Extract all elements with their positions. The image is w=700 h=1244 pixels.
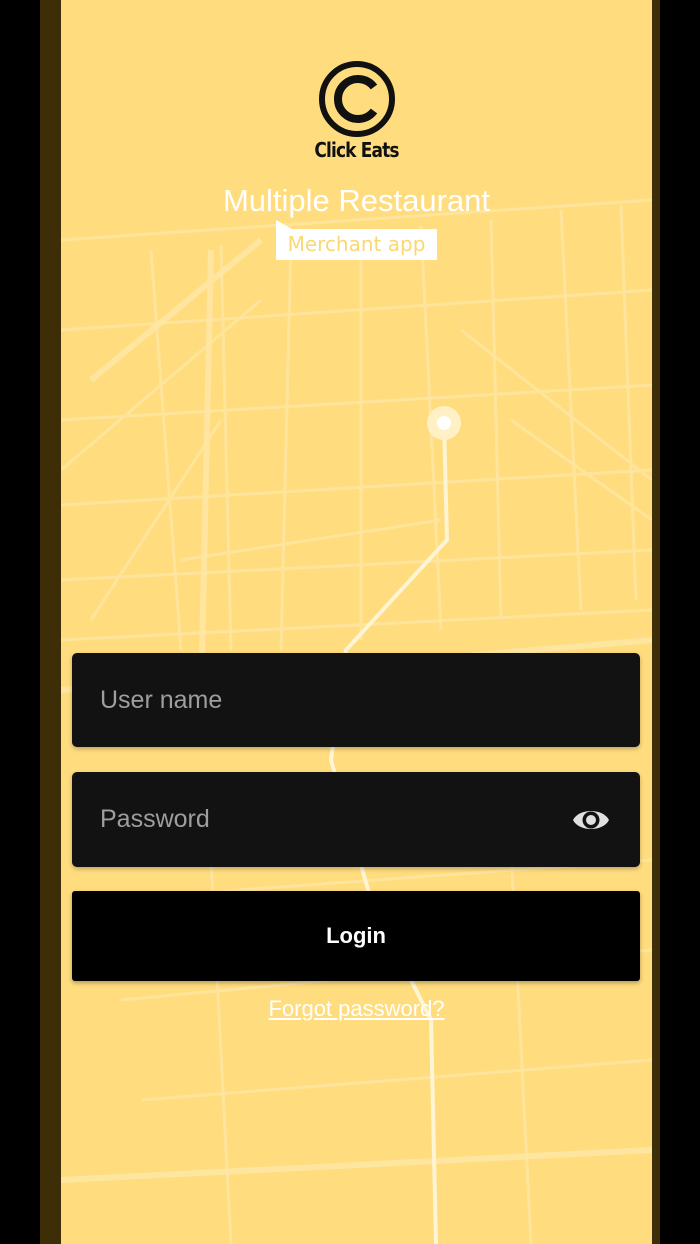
app-title: Multiple Restaurant	[222, 183, 491, 218]
device-frame-right	[652, 0, 660, 1244]
password-field[interactable]: Password	[72, 772, 640, 867]
login-button[interactable]: Login	[72, 891, 640, 981]
username-placeholder: User name	[100, 686, 223, 714]
copyright-c-logo-icon	[318, 61, 395, 137]
forgot-password-link[interactable]: Forgot password?	[61, 994, 652, 1024]
eye-icon[interactable]	[572, 803, 610, 837]
brand-name: Click Eats	[314, 138, 399, 162]
password-placeholder: Password	[100, 805, 210, 833]
device-frame-left	[40, 0, 61, 1244]
brand-logo: Click Eats	[61, 60, 652, 162]
login-screen: Click Eats Multiple Restaurant Merchant …	[61, 0, 652, 1244]
username-field[interactable]: User name	[72, 653, 640, 747]
merchant-badge: Merchant app	[276, 229, 437, 260]
